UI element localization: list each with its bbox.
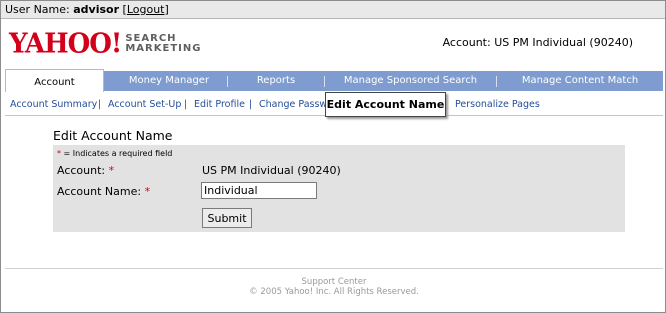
required-note-text: = Indicates a required field — [63, 149, 173, 158]
logo-subtitle-line2: MARKETING — [125, 43, 202, 54]
main-tabs: Account Money Manager Reports Manage Spo… — [5, 69, 663, 92]
header: YAHOO! SEARCH MARKETING Account: US PM I… — [1, 19, 665, 71]
app-window: User Name: advisor [Logout] YAHOO! SEARC… — [0, 0, 666, 313]
edit-account-name-popup[interactable]: Edit Account Name — [325, 92, 446, 117]
subnav-edit-profile[interactable]: Edit Profile — [194, 99, 245, 110]
required-star: * — [57, 149, 61, 158]
support-center-link[interactable]: Support Center — [1, 277, 665, 287]
user-bar: User Name: advisor [Logout] — [1, 1, 665, 19]
account-name-input[interactable] — [201, 182, 317, 199]
account-name-label: Account Name: * — [57, 185, 150, 198]
tab-manage-content-match[interactable]: Manage Content Match — [497, 71, 663, 91]
logo-wordmark: YAHOO! — [9, 28, 122, 60]
submit-button[interactable]: Submit — [202, 208, 252, 228]
required-star: * — [108, 164, 115, 177]
subnav-change-password[interactable]: Change Passw — [259, 99, 327, 110]
tab-reports[interactable]: Reports — [228, 71, 324, 91]
footer-divider — [5, 268, 663, 269]
required-star: * — [144, 185, 151, 198]
logout-link[interactable]: Logout — [127, 3, 165, 16]
account-label-text: Account: — [57, 164, 106, 177]
tab-account[interactable]: Account — [5, 69, 104, 92]
subnav-separator: | — [98, 99, 102, 110]
subnav-personalize-pages[interactable]: Personalize Pages — [455, 99, 540, 110]
header-account-label: Account: — [442, 36, 491, 49]
tab-manage-sponsored-search[interactable]: Manage Sponsored Search — [325, 71, 496, 91]
logout-bracket-close: ] — [164, 3, 169, 16]
account-name-label-text: Account Name: — [57, 185, 142, 198]
subnav-separator: | — [249, 99, 253, 110]
subnav-separator: | — [184, 99, 188, 110]
user-name-value: advisor — [73, 3, 120, 16]
copyright-text: © 2005 Yahoo! Inc. All Rights Reserved. — [249, 287, 419, 297]
user-name-label: User Name: — [5, 3, 70, 16]
logo-subtitle: SEARCH MARKETING — [125, 34, 201, 54]
header-account: Account: US PM Individual (90240) — [443, 36, 633, 49]
required-note: * = Indicates a required field — [57, 149, 172, 158]
account-value: US PM Individual (90240) — [202, 164, 341, 177]
subnav-account-setup[interactable]: Account Set-Up — [108, 99, 181, 110]
yahoo-search-marketing-logo[interactable]: YAHOO! SEARCH MARKETING — [9, 28, 201, 60]
subnav-account-summary[interactable]: Account Summary — [10, 99, 97, 110]
account-label: Account: * — [57, 164, 114, 177]
edit-account-form: * = Indicates a required field Account: … — [53, 145, 625, 232]
page-title: Edit Account Name — [53, 128, 173, 143]
header-account-value: US PM Individual (90240) — [494, 36, 633, 49]
tab-money-manager[interactable]: Money Manager — [111, 71, 227, 91]
